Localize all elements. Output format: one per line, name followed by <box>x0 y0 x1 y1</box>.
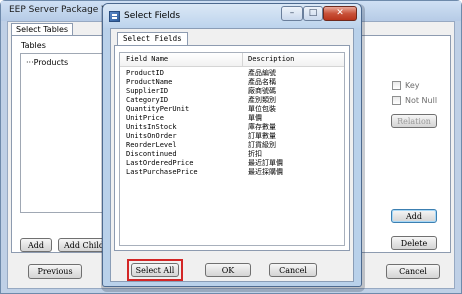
field-name: UnitsOnOrder <box>126 132 177 140</box>
field-description: 訂單數量 <box>248 132 276 140</box>
previous-button[interactable]: Previous <box>28 264 82 279</box>
select-all-button[interactable]: Select All <box>131 263 179 277</box>
tab-select-tables[interactable]: Select Tables <box>11 23 74 35</box>
key-checkbox[interactable] <box>392 81 401 90</box>
close-icon[interactable]: ✕ <box>323 6 357 21</box>
field-description: 最近採購價 <box>248 168 283 176</box>
field-name: UnitPrice <box>126 114 164 122</box>
list-item[interactable]: ReorderLevel 訂貨級別 <box>120 141 344 150</box>
tab-select-fields[interactable]: Select Fields <box>117 32 188 46</box>
list-item[interactable]: UnitPrice 單價 <box>120 114 344 123</box>
field-description: 產品名稱 <box>248 78 276 86</box>
fields-list-header: Field Name Description <box>120 53 344 67</box>
field-description: 產品編號 <box>248 69 276 77</box>
list-item[interactable]: Discontinued 折扣 <box>120 150 344 159</box>
ok-button[interactable]: OK <box>205 263 251 277</box>
field-description: 訂貨級別 <box>248 141 276 149</box>
column-header-field-name[interactable]: Field Name <box>126 55 168 63</box>
field-description: 單位包裝 <box>248 105 276 113</box>
add-table-button[interactable]: Add <box>20 238 52 252</box>
list-item[interactable]: UnitsInStock 庫存數量 <box>120 123 344 132</box>
field-name: LastOrderedPrice <box>126 159 194 167</box>
tree-node-products[interactable]: ···Products <box>26 58 68 67</box>
field-name: UnitsInStock <box>126 123 177 131</box>
not-null-checkbox[interactable] <box>392 96 401 105</box>
tables-group-label: Tables <box>20 41 47 50</box>
key-checkbox-label: Key <box>405 81 420 90</box>
field-description: 產別類別 <box>248 96 276 104</box>
not-null-checkbox-label: Not Null <box>405 96 438 105</box>
field-description: 庫存數量 <box>248 123 276 131</box>
dialog-cancel-button[interactable]: Cancel <box>269 263 317 277</box>
field-name: ProductName <box>126 78 173 86</box>
tables-tree[interactable]: ···Products <box>20 53 108 213</box>
field-name: CategoryID <box>126 96 169 104</box>
window-app-icon <box>109 11 120 22</box>
dialog-client-area: Select Fields Field Name Description Pro… <box>110 28 354 282</box>
field-description: 廠商號碼 <box>248 87 276 95</box>
field-description: 折扣 <box>248 150 262 158</box>
field-name: ProductID <box>126 69 164 77</box>
select-fields-panel: Field Name Description ProductID 產品編號 Pr… <box>114 45 350 251</box>
list-item[interactable]: UnitsOnOrder 訂單數量 <box>120 132 344 141</box>
list-item[interactable]: CategoryID 產別類別 <box>120 96 344 105</box>
list-item[interactable]: QuantityPerUnit 單位包裝 <box>120 105 344 114</box>
field-name: QuantityPerUnit <box>126 105 190 113</box>
field-name: ReorderLevel <box>126 141 177 149</box>
field-name: LastPurchasePrice <box>126 168 198 176</box>
field-description: 最近訂單價 <box>248 159 283 167</box>
fields-list[interactable]: Field Name Description ProductID 產品編號 Pr… <box>119 52 345 246</box>
minimize-icon[interactable]: – <box>281 6 303 21</box>
relation-button[interactable]: Relation <box>391 114 437 128</box>
column-divider[interactable] <box>242 53 243 66</box>
column-header-description[interactable]: Description <box>248 55 294 63</box>
delete-button[interactable]: Delete <box>391 236 437 250</box>
add-field-button[interactable]: Add <box>391 209 437 223</box>
dialog-titlebar: Select Fields – □ ✕ <box>103 4 361 28</box>
maximize-icon[interactable]: □ <box>303 6 323 21</box>
field-description: 單價 <box>248 114 262 122</box>
list-item[interactable]: SupplierID 廠商號碼 <box>120 87 344 96</box>
field-name: SupplierID <box>126 87 169 95</box>
list-item[interactable]: ProductName 產品名稱 <box>120 78 344 87</box>
select-fields-dialog: Select Fields – □ ✕ Select Fields Field … <box>102 3 362 287</box>
wizard-cancel-button[interactable]: Cancel <box>386 264 440 279</box>
dialog-title: Select Fields <box>124 11 181 21</box>
list-item[interactable]: ProductID 產品編號 <box>120 69 344 78</box>
field-name: Discontinued <box>126 150 177 158</box>
list-item[interactable]: LastOrderedPrice 最近訂單價 <box>120 159 344 168</box>
list-item[interactable]: LastPurchasePrice 最近採購價 <box>120 168 344 177</box>
